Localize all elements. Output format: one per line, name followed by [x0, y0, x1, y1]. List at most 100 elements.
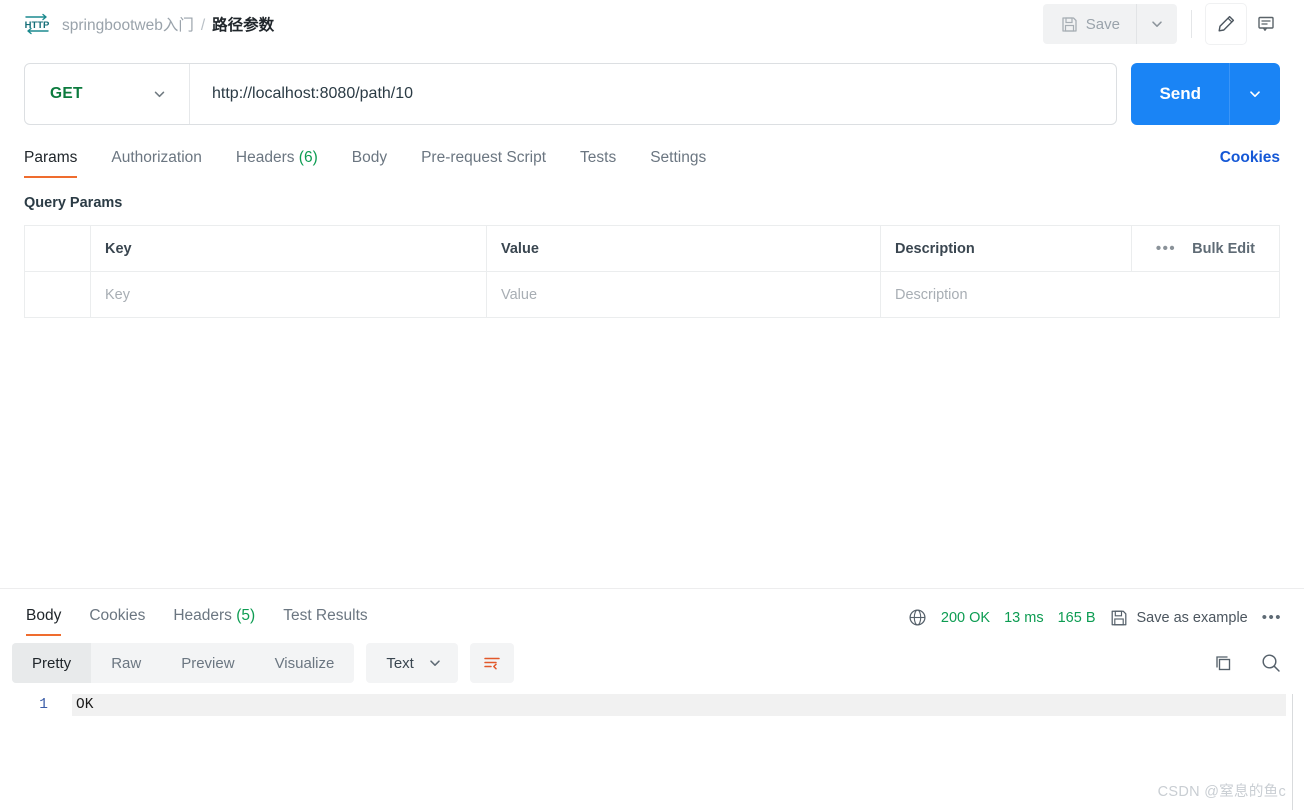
save-button-group: Save [1042, 4, 1177, 44]
http-method-selector[interactable]: GET [25, 64, 190, 124]
response-tools-right [1213, 652, 1282, 674]
save-button-label: Save [1085, 15, 1120, 33]
breadcrumb: springbootweb入门 / 路径参数 [62, 13, 274, 35]
toolbar-divider [1191, 10, 1192, 38]
save-options-chevron-down-icon[interactable] [1137, 4, 1177, 44]
response-tab-headers[interactable]: Headers (5) [173, 603, 255, 636]
http-protocol-icon: HTTP [24, 13, 50, 35]
request-tabs: Params Authorization Headers (6) Body Pr… [0, 145, 1304, 178]
response-status: 200 OK [940, 609, 991, 626]
row-description-input[interactable]: Description [881, 272, 1279, 317]
table-row: Key Value Description [25, 272, 1279, 318]
topbar-actions: Save [1042, 0, 1286, 48]
response-tab-cookies[interactable]: Cookies [89, 603, 145, 636]
watermark: CSDN @窒息的鱼c [1157, 784, 1286, 800]
table-actions: ••• Bulk Edit [1130, 226, 1265, 271]
response-more-ellipsis-icon[interactable]: ••• [1262, 609, 1282, 626]
response-tab-test-results-label: Test Results [283, 607, 368, 624]
header-key: Key [91, 226, 487, 271]
bulk-edit-button[interactable]: Bulk Edit [1192, 241, 1265, 257]
line-content[interactable]: OK [72, 694, 1286, 716]
query-params-title: Query Params [24, 195, 123, 211]
code-line: 1 OK [0, 694, 1304, 716]
response-tab-body-label: Body [26, 607, 62, 624]
row-select-checkbox[interactable] [25, 272, 91, 317]
breadcrumb-request-name[interactable]: 路径参数 [212, 13, 274, 35]
save-button[interactable]: Save [1043, 4, 1137, 44]
copy-icon[interactable] [1213, 653, 1234, 674]
response-view-mode-group: Pretty Raw Preview Visualize [12, 643, 355, 683]
response-format-select[interactable]: Text [366, 643, 458, 683]
tab-tests[interactable]: Tests [580, 145, 616, 178]
url-bar: GET [24, 63, 1118, 125]
line-number: 1 [39, 697, 48, 713]
response-format-label: Text [386, 654, 414, 672]
response-scrollbar[interactable] [1292, 694, 1293, 810]
response-tab-headers-label: Headers [173, 607, 232, 624]
comments-button[interactable] [1246, 4, 1286, 44]
topbar: HTTP springbootweb入门 / 路径参数 Save [0, 0, 1304, 48]
view-mode-pretty[interactable]: Pretty [12, 643, 92, 683]
response-time: 13 ms [1004, 609, 1044, 626]
ellipsis-icon[interactable]: ••• [1148, 240, 1176, 257]
search-icon[interactable] [1260, 652, 1282, 674]
view-mode-preview[interactable]: Preview [161, 643, 254, 683]
tab-params-label: Params [24, 149, 78, 166]
tab-pre-request-script-label: Pre-request Script [421, 149, 547, 166]
word-wrap-icon [482, 653, 502, 673]
tab-pre-request-script[interactable]: Pre-request Script [421, 145, 546, 178]
response-tab-body[interactable]: Body [26, 603, 62, 636]
response-toolbar: Pretty Raw Preview Visualize Text [0, 636, 1304, 690]
floppy-disk-icon [1110, 609, 1128, 627]
tab-body[interactable]: Body [352, 145, 387, 178]
tab-settings-label: Settings [650, 149, 707, 166]
word-wrap-button[interactable] [469, 643, 514, 683]
tab-headers[interactable]: Headers (6) [236, 145, 318, 178]
response-tab-cookies-label: Cookies [89, 607, 146, 624]
floppy-disk-icon [1061, 16, 1078, 33]
breadcrumb-collection[interactable]: springbootweb入门 [62, 13, 194, 35]
svg-text:HTTP: HTTP [25, 20, 50, 31]
comment-icon [1256, 14, 1276, 34]
header-description-cell: Description ••• Bulk Edit [881, 226, 1279, 271]
response-pane: Body Cookies Headers (5) Test Results 20… [0, 589, 1304, 810]
url-input[interactable] [190, 64, 1117, 124]
tab-headers-label: Headers [235, 149, 295, 166]
save-as-example-button[interactable]: Save as example [1110, 609, 1248, 627]
tab-authorization[interactable]: Authorization [111, 145, 201, 178]
tab-body-label: Body [351, 149, 388, 166]
tab-params[interactable]: Params [24, 145, 78, 178]
url-row: GET Send [0, 63, 1304, 125]
row-key-input[interactable]: Key [91, 272, 487, 317]
response-tab-headers-count: (5) [236, 607, 256, 624]
query-params-table: Key Value Description ••• Bulk Edit Key … [24, 225, 1280, 318]
header-select-column [25, 226, 91, 271]
pencil-icon [1216, 14, 1236, 34]
breadcrumb-separator: / [200, 17, 206, 34]
header-description: Description [895, 240, 975, 257]
send-button-group: Send [1131, 63, 1280, 125]
cookies-link[interactable]: Cookies [1220, 149, 1280, 178]
header-value: Value [487, 226, 881, 271]
http-method-label: GET [50, 85, 83, 102]
method-chevron-down-icon [152, 87, 167, 102]
table-header-row: Key Value Description ••• Bulk Edit [25, 226, 1279, 272]
response-size: 165 B [1057, 609, 1096, 626]
response-header: Body Cookies Headers (5) Test Results 20… [0, 589, 1304, 636]
view-mode-raw[interactable]: Raw [91, 643, 161, 683]
send-button[interactable]: Send [1131, 63, 1230, 125]
response-tab-test-results[interactable]: Test Results [283, 603, 367, 636]
tab-tests-label: Tests [580, 149, 617, 166]
view-mode-visualize[interactable]: Visualize [255, 643, 355, 683]
row-value-input[interactable]: Value [487, 272, 881, 317]
save-as-example-label: Save as example [1136, 609, 1248, 626]
tab-authorization-label: Authorization [111, 149, 202, 166]
format-chevron-down-icon [428, 656, 442, 670]
tab-settings[interactable]: Settings [650, 145, 706, 178]
edit-request-button[interactable] [1206, 4, 1246, 44]
send-options-chevron-down-icon[interactable] [1230, 63, 1280, 125]
tab-headers-count: (6) [298, 149, 318, 166]
response-body-viewer[interactable]: 1 OK [0, 694, 1304, 810]
response-meta: 200 OK 13 ms 165 B Save as example ••• [908, 608, 1282, 636]
globe-icon[interactable] [908, 608, 927, 627]
